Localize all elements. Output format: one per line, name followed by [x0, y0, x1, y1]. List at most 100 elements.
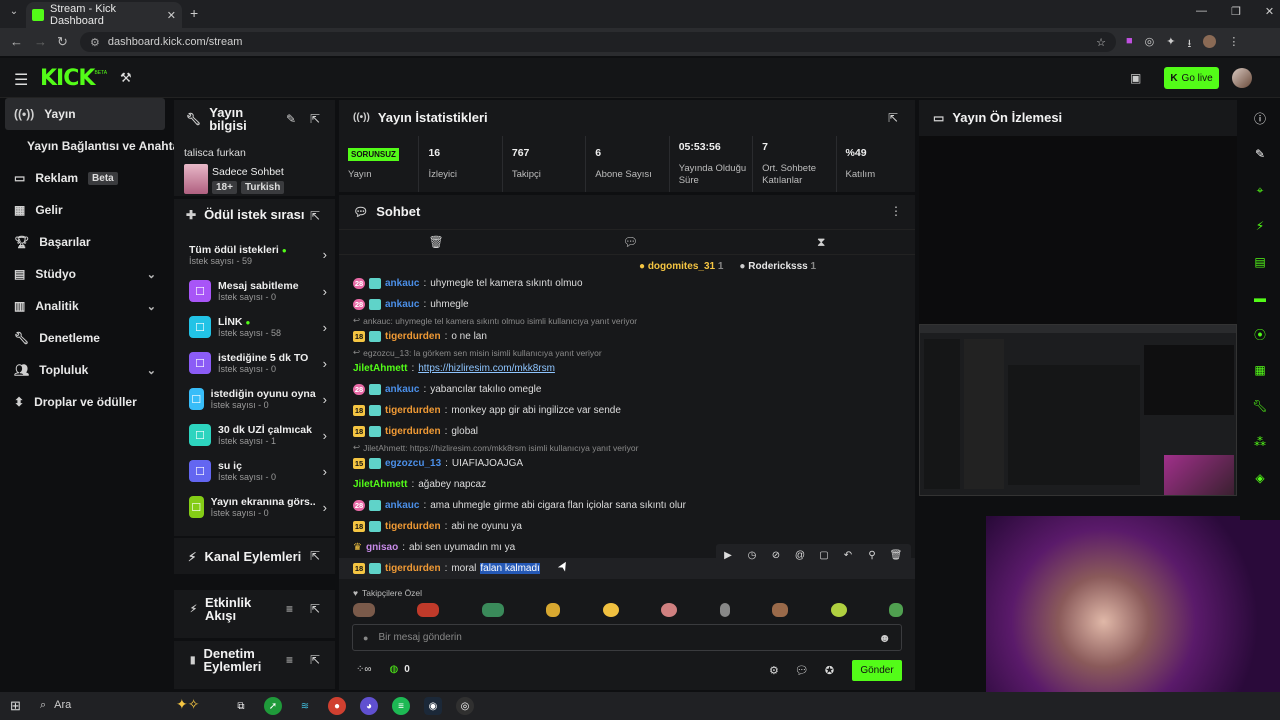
tab-menu-icon[interactable]: ⌄: [6, 6, 22, 22]
filter-icon[interactable]: ≡: [286, 602, 293, 616]
chat-username[interactable]: tigerdurden: [385, 405, 441, 416]
chat-message[interactable]: 15 egzozcu_13: UIAFIAJOAJGA: [339, 453, 915, 474]
site-info-icon[interactable]: ⚙: [90, 36, 100, 49]
spotify-icon[interactable]: ≡: [392, 697, 410, 715]
hourglass-icon[interactable]: ⧗: [817, 235, 825, 250]
nav-item-studyo[interactable]: ▤ Stüdyo ⌄: [0, 258, 170, 290]
message-link[interactable]: https://hizliresim.com/mkk8rsm: [418, 363, 555, 374]
settings-gear-icon[interactable]: ⚙: [769, 664, 779, 677]
chat-message[interactable]: JiletAhmett: ağabey napcaz: [339, 474, 915, 495]
emote[interactable]: [602, 603, 619, 617]
discord-icon[interactable]: ◕: [360, 697, 378, 715]
extension-icon[interactable]: ■: [1126, 35, 1133, 54]
chat-bubble-icon[interactable]: 💬︎: [795, 664, 809, 677]
gifter-1[interactable]: ● dogomites_31 1: [639, 261, 723, 272]
obs-icon[interactable]: ◎: [456, 697, 474, 715]
reward-item[interactable]: ☐ istediğine 5 dk TO İstek sayısı - 0 ›: [174, 345, 335, 381]
windows-start-icon[interactable]: ⊞: [10, 698, 21, 714]
chat-username[interactable]: ankauc: [385, 384, 419, 395]
user-avatar[interactable]: [1232, 68, 1252, 88]
filter-icon[interactable]: ≡: [286, 653, 293, 667]
chat-message[interactable]: 28 ankauc: ama uhmegle girme abi cigara fl…: [339, 495, 915, 516]
infinity-icon[interactable]: ⁘∞: [356, 664, 372, 675]
hamburger-menu-icon[interactable]: ☰: [14, 70, 28, 90]
taskbar-search[interactable]: ⌕ Ara: [40, 699, 71, 712]
reward-item[interactable]: ☐ LİNK ● İstek sayısı - 58 ›: [174, 309, 335, 345]
task-view-icon[interactable]: ⧉: [232, 697, 250, 715]
emote[interactable]: [888, 603, 903, 617]
emote[interactable]: [481, 603, 504, 617]
chat-username[interactable]: tigerdurden: [385, 331, 441, 342]
close-window-icon[interactable]: ✕: [1265, 5, 1274, 18]
nav-item-denetleme[interactable]: 🔧︎ Denetleme: [0, 322, 170, 354]
nav-item-yayin[interactable]: ((•)) Yayın: [5, 98, 165, 130]
popout-icon[interactable]: ⇱: [310, 112, 320, 126]
back-icon[interactable]: ←: [10, 34, 23, 49]
nav-item-reklam[interactable]: ▭ Reklam Beta: [0, 162, 170, 194]
chat-username[interactable]: tigerdurden: [385, 426, 441, 437]
chat-icon[interactable]: ▬: [1242, 280, 1278, 316]
popout-icon[interactable]: ⇱: [310, 549, 320, 563]
chat-input[interactable]: ● Bir mesaj gönderin ☻: [352, 624, 902, 651]
download-icon[interactable]: ⭳: [1187, 35, 1191, 54]
steam-icon[interactable]: ◉: [424, 697, 442, 715]
tools-icon[interactable]: ⚒: [120, 70, 132, 86]
emoji-picker-icon[interactable]: ☻: [878, 631, 891, 645]
emote[interactable]: [830, 603, 847, 617]
close-tab-icon[interactable]: ✕: [167, 9, 176, 22]
emote[interactable]: [661, 603, 678, 617]
chat-message[interactable]: 28 ankauc: yabancılar takılıo omegle: [339, 379, 915, 400]
chat-message[interactable]: 18 tigerdurden: abi ne oyunu ya: [339, 516, 915, 537]
restore-icon[interactable]: ❐: [1231, 5, 1241, 18]
gamepad-icon[interactable]: ◎: [1145, 35, 1155, 54]
chat-username[interactable]: ankauc: [385, 299, 419, 310]
popout-icon[interactable]: ⇱: [888, 111, 898, 125]
all-rewards-row[interactable]: Tüm ödül istekleri ● İstek sayısı - 59 ›: [174, 237, 335, 271]
reward-item[interactable]: ☐ istediğin oyunu oyna... İstek sayısı - 0…: [174, 381, 335, 417]
kick-logo[interactable]: KICK BETA: [40, 66, 107, 91]
chat-message[interactable]: 18 tigerdurden: monkey app gir abi ingiliz…: [339, 400, 915, 421]
delete-icon[interactable]: 🗑︎: [884, 544, 908, 566]
emote[interactable]: [772, 603, 789, 617]
info-icon[interactable]: ⓘ: [1242, 100, 1278, 136]
tag-icon[interactable]: ◈: [1242, 460, 1278, 496]
chat-message[interactable]: 28 ankauc: uhymegle tel kamera sıkıntı olm…: [339, 273, 915, 294]
profile-avatar-icon[interactable]: [1203, 35, 1217, 48]
share-icon[interactable]: ⁂: [1242, 424, 1278, 460]
nav-item-stream-key[interactable]: Yayın Bağlantısı ve Anahtarı: [0, 130, 187, 162]
chat-username[interactable]: ankauc: [385, 500, 419, 511]
chat-message[interactable]: 18 tigerdurden: o ne lan: [339, 326, 915, 347]
broadcast-icon[interactable]: ⦿: [1242, 316, 1278, 352]
go-live-button[interactable]: K Go live: [1164, 67, 1219, 89]
chat-username[interactable]: tigerdurden: [385, 521, 441, 532]
popout-icon[interactable]: ⇱: [310, 653, 320, 667]
browser-tab[interactable]: Stream - Kick Dashboard ✕: [26, 2, 182, 28]
pin-icon[interactable]: ⚲: [860, 544, 884, 566]
reward-item[interactable]: ☐ 30 dk UZİ çalmıcak İstek sayısı - 1 ›: [174, 417, 335, 453]
gifter-2[interactable]: ● Rodericksss 1: [739, 261, 816, 272]
emote-badge-icon[interactable]: ✪: [825, 664, 834, 677]
nav-item-topluluk[interactable]: 👥︎ Topluluk ⌄: [0, 354, 170, 386]
nav-item-analitik[interactable]: ▥ Analitik ⌄: [0, 290, 170, 322]
reward-item[interactable]: ☐ Yayın ekranına görs... İstek sayısı - 0 ›: [174, 489, 335, 525]
studio-icon[interactable]: ▣: [1130, 71, 1141, 85]
trash-icon[interactable]: 🗑︎: [429, 235, 444, 249]
chat-message[interactable]: JiletAhmett: https://hizliresim.com/mkk8r…: [339, 358, 915, 379]
chat-message[interactable]: 18 tigerdurden: global: [339, 421, 915, 442]
chat-username[interactable]: gnisao: [366, 542, 398, 553]
reply-icon[interactable]: ↶: [836, 544, 860, 566]
nav-item-droplar[interactable]: ⬍ Droplar ve ödüller: [0, 386, 170, 418]
document-icon[interactable]: ▤: [1242, 244, 1278, 280]
app-icon[interactable]: ≋: [296, 697, 314, 715]
wrench-icon[interactable]: 🔧︎: [1242, 388, 1278, 424]
timeout-clock-icon[interactable]: ◷: [740, 544, 764, 566]
popout-icon[interactable]: ⇱: [310, 602, 320, 616]
nav-item-gelir[interactable]: ▦ Gelir: [0, 194, 170, 226]
new-tab-icon[interactable]: +: [190, 5, 198, 21]
play-icon[interactable]: ▶: [716, 544, 740, 566]
bookmark-star-icon[interactable]: ☆: [1096, 36, 1106, 49]
reward-item[interactable]: ☐ Mesaj sabitleme İstek sayısı - 0 ›: [174, 273, 335, 309]
emote[interactable]: [546, 603, 561, 617]
nav-item-basarilar[interactable]: 🏆︎ Başarılar: [0, 226, 170, 258]
browser-menu-icon[interactable]: ⋮: [1228, 35, 1239, 54]
